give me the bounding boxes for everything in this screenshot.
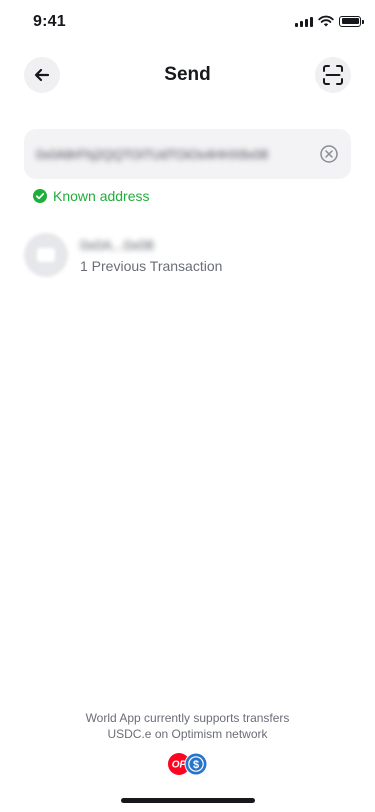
wallet-icon	[24, 233, 68, 277]
status-bar: 9:41	[0, 0, 375, 44]
header: Send	[0, 56, 375, 94]
status-time: 9:41	[33, 13, 66, 30]
recent-recipient-address: 0x0A...0x08	[80, 237, 154, 253]
network-support-line-2: USDC.e on Optimism network	[107, 727, 268, 741]
network-support-line-1: World App currently supports transfers	[85, 711, 290, 725]
wifi-icon	[318, 15, 334, 27]
address-value: 0x0A8rFhj2QQTOiTUdTOiOs4HHX8x08	[36, 146, 269, 162]
usdc-symbol: $	[193, 759, 199, 771]
optimism-label: OP	[172, 760, 187, 771]
known-address-status: Known address	[33, 188, 150, 204]
network-token-icons: OP $	[168, 752, 208, 776]
address-input[interactable]: 0x0A8rFhj2QQTOiTUdTOiOs4HHX8x08	[24, 129, 351, 179]
recent-recipient-item[interactable]: 0x0A...0x08 1 Previous Transaction	[24, 233, 351, 277]
recent-recipient-subtitle: 1 Previous Transaction	[80, 258, 223, 274]
qr-scan-icon	[323, 65, 343, 85]
known-address-label: Known address	[53, 188, 150, 204]
usdc-icon: $	[184, 752, 208, 776]
cellular-signal-icon	[295, 16, 313, 27]
status-icons	[295, 15, 364, 27]
scan-qr-button[interactable]	[315, 57, 351, 93]
network-support-note: World App currently supports transfers U…	[0, 710, 375, 742]
home-indicator	[121, 798, 255, 803]
clear-circle-icon[interactable]	[319, 144, 339, 164]
battery-icon	[339, 15, 364, 27]
check-circle-icon	[33, 189, 47, 203]
